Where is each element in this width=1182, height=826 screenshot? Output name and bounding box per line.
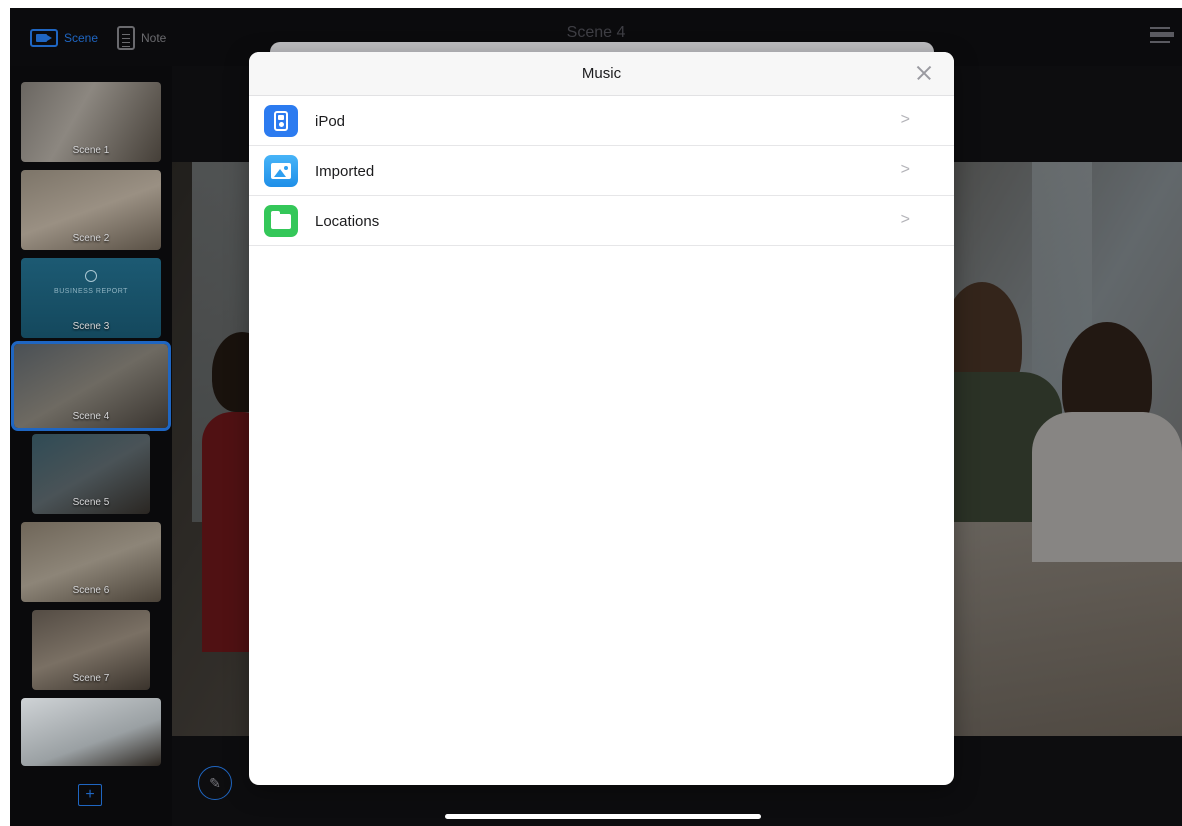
music-source-locations[interactable]: Locations > — [249, 196, 954, 246]
scene-thumbnail-2[interactable]: Scene 2 — [21, 170, 161, 250]
chevron-right-icon: > — [900, 211, 910, 228]
modal-title: Music — [581, 65, 622, 82]
chevron-right-icon: > — [900, 161, 910, 178]
page-title: Scene 4 — [566, 24, 626, 41]
gear-icon — [85, 270, 97, 282]
menu-dropdown-icon[interactable] — [1150, 24, 1174, 46]
music-source-imported[interactable]: Imported > — [249, 146, 954, 196]
modal-header: Music — [249, 52, 954, 96]
close-icon[interactable] — [912, 61, 936, 85]
thumbnail-title-text: BUSINESS REPORT — [54, 288, 128, 295]
home-indicator[interactable] — [445, 814, 761, 819]
edit-pencil-button[interactable]: ✎ — [198, 766, 232, 800]
scene-thumbnail-label: Scene 5 — [72, 497, 110, 508]
scene-thumbnail-label: Scene 3 — [72, 321, 110, 332]
scene-thumbnail-7[interactable]: Scene 7 — [32, 610, 150, 690]
row-label: Imported — [315, 163, 375, 180]
row-label: iPod — [315, 113, 346, 130]
scene-thumbnail-3[interactable]: BUSINESS REPORT Scene 3 — [21, 258, 161, 338]
imported-photo-icon — [264, 155, 298, 187]
scene-thumbnail-label: Scene 7 — [72, 673, 110, 684]
scene-thumbnail-4-selected[interactable]: Scene 4 — [11, 341, 171, 431]
music-source-ipod[interactable]: iPod > — [249, 96, 954, 146]
scene-thumbnail-1[interactable]: Scene 1 — [21, 82, 161, 162]
scene-thumbnail-label: Scene 6 — [72, 585, 110, 596]
folder-icon — [264, 205, 298, 237]
scene-thumbnail-8[interactable] — [21, 698, 161, 766]
ipod-icon — [264, 105, 298, 137]
scene-thumbnail-5[interactable]: Scene 5 — [32, 434, 150, 514]
scene-sidebar: Scene 1 Scene 2 BUSINESS REPORT Scene 3 … — [10, 66, 172, 826]
row-label: Locations — [315, 213, 380, 230]
add-scene-button[interactable]: + — [78, 784, 102, 806]
scene-thumbnail-label: Scene 4 — [72, 411, 110, 422]
pencil-icon: ✎ — [209, 774, 221, 791]
music-modal: Music iPod > Imported > Locations > — [249, 52, 954, 785]
scene-thumbnail-6[interactable]: Scene 6 — [21, 522, 161, 602]
scene-thumbnail-label: Scene 2 — [72, 233, 110, 244]
chevron-right-icon: > — [900, 111, 910, 128]
scene-thumbnail-label: Scene 1 — [72, 145, 110, 156]
